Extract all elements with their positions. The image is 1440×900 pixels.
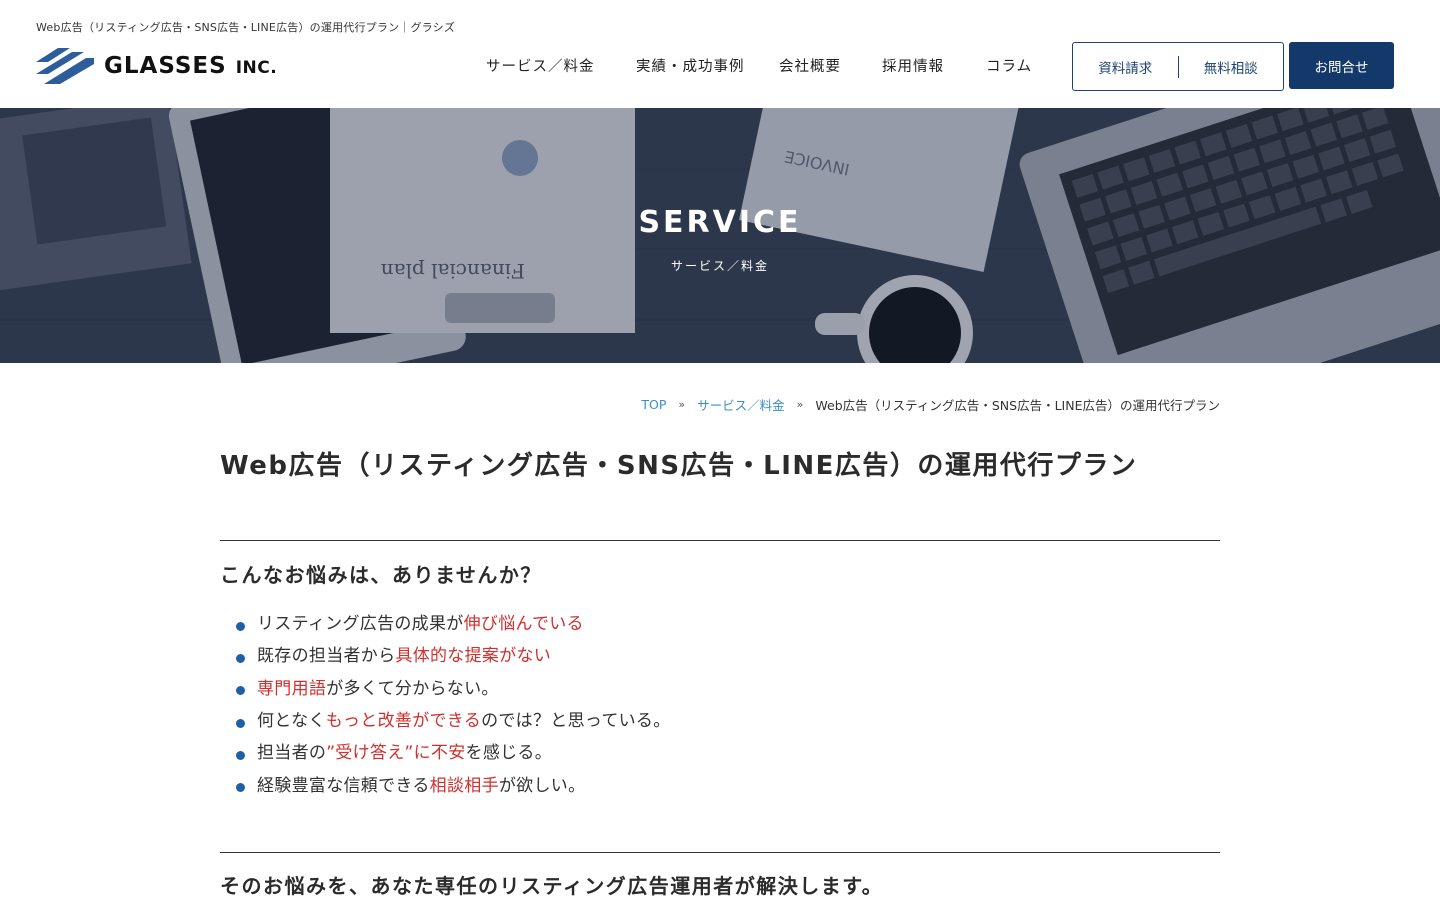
- problems-heading: こんなお悩みは、ありませんか？: [220, 563, 542, 587]
- section-divider: [220, 540, 1220, 541]
- site-tagline: Web広告（リスティング広告・SNS広告・LINE広告）の運用代行プラン｜グラシ…: [36, 21, 456, 34]
- site-logo[interactable]: GLASSES INC.: [36, 48, 277, 84]
- cta-group: 資料請求 無料相談: [1072, 42, 1284, 91]
- free-consultation-button[interactable]: 無料相談: [1179, 57, 1284, 77]
- document-request-button[interactable]: 資料請求: [1073, 57, 1178, 77]
- breadcrumb: TOP » サービス／料金 » Web広告（リスティング広告・SNS広告・LIN…: [641, 395, 1220, 414]
- nav-item-recruit[interactable]: 採用情報: [882, 55, 944, 76]
- nav-item-column[interactable]: コラム: [986, 55, 1032, 76]
- list-item: 担当者の ”受け答え”に不安 を感じる。: [236, 737, 671, 769]
- bullet-icon: [236, 783, 245, 793]
- bullet-icon: [236, 718, 245, 728]
- logo-stripes-icon: [36, 48, 94, 84]
- list-item: 経験豊富な信頼できる 相談相手 が欲しい。: [236, 769, 671, 801]
- breadcrumb-separator: »: [678, 398, 686, 411]
- hero-subtitle: サービス／料金: [670, 259, 769, 273]
- bullet-icon: [236, 686, 245, 696]
- nav-item-cases[interactable]: 実績・成功事例: [636, 55, 745, 76]
- hero-title: SERVICE: [638, 205, 802, 240]
- problem-list: リスティング広告の成果が 伸び悩んでいる 既存の担当者から 具体的な提案がない 専門…: [236, 608, 671, 802]
- contact-button[interactable]: お問合せ: [1289, 42, 1394, 89]
- breadcrumb-service-link[interactable]: サービス／料金: [697, 395, 785, 414]
- logo-text: GLASSES INC.: [104, 53, 278, 79]
- page-title: Web広告（リスティング広告・SNS広告・LINE広告）の運用代行プラン: [220, 451, 1138, 481]
- solution-heading: そのお悩みを、あなた専任のリスティング広告運用者が解決します。: [220, 874, 884, 898]
- hero-banner: Financial plan INVOICE SERVICE サービス／料金: [0, 108, 1440, 363]
- list-item: 専門用語 が多くて分からない。: [236, 673, 671, 705]
- breadcrumb-current: Web広告（リスティング広告・SNS広告・LINE広告）の運用代行プラン: [815, 398, 1220, 413]
- list-item: 既存の担当者から 具体的な提案がない: [236, 640, 671, 672]
- nav-item-company[interactable]: 会社概要: [779, 55, 841, 76]
- list-item: リスティング広告の成果が 伸び悩んでいる: [236, 608, 671, 640]
- site-header: Web広告（リスティング広告・SNS広告・LINE広告）の運用代行プラン｜グラシ…: [0, 0, 1440, 108]
- bullet-icon: [236, 653, 245, 663]
- list-item: 何となく もっと改善ができる のでは？と思っている。: [236, 705, 671, 737]
- main-content: Web広告（リスティング広告・SNS広告・LINE広告）の運用代行プラン こんな…: [220, 440, 1220, 898]
- section-divider: [220, 852, 1220, 853]
- breadcrumb-top-link[interactable]: TOP: [641, 397, 666, 412]
- breadcrumb-separator: »: [796, 398, 804, 411]
- bullet-icon: [236, 621, 245, 631]
- bullet-icon: [236, 750, 245, 760]
- nav-item-service[interactable]: サービス／料金: [486, 55, 595, 76]
